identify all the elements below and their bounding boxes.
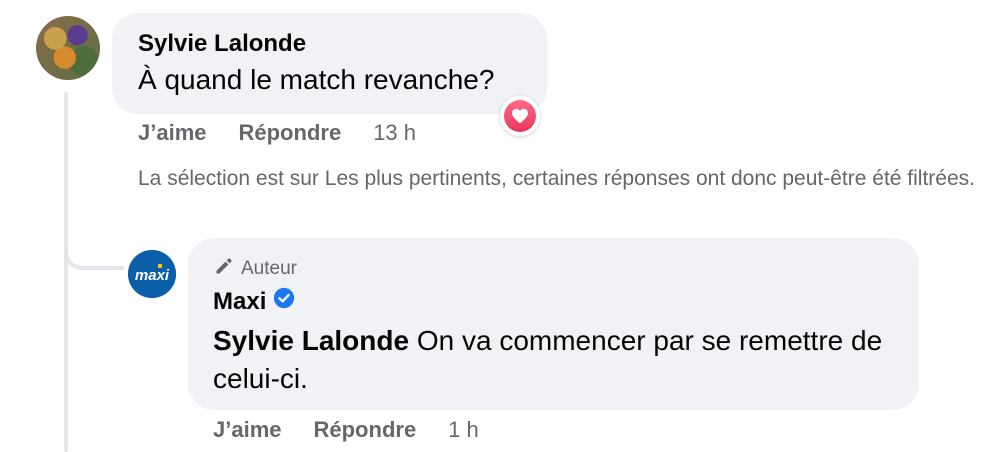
author-badge-label: Auteur	[241, 258, 297, 279]
reply-author: Maxi	[213, 287, 295, 316]
avatar-sylvie[interactable]	[36, 16, 100, 80]
reply-like-button[interactable]: J’aime	[213, 417, 282, 443]
reply-text: Sylvie Lalonde On va commencer par se re…	[213, 322, 903, 398]
comment-author-name[interactable]: Sylvie Lalonde	[138, 30, 306, 58]
maxi-logo: maxi	[128, 250, 176, 298]
reply-reply-button[interactable]: Répondre	[314, 417, 417, 443]
author-badge: Auteur	[213, 256, 297, 282]
comment-timestamp[interactable]: 13 h	[373, 120, 416, 146]
verified-check-icon	[273, 287, 295, 316]
avatar-maxi[interactable]: maxi	[128, 250, 176, 298]
reaction-badge[interactable]	[500, 96, 540, 136]
heart-icon	[504, 100, 536, 132]
pencil-icon	[213, 256, 235, 282]
comment-actions: J’aime Répondre 13 h	[138, 120, 416, 146]
reply-connector-line	[64, 240, 124, 270]
mention-link[interactable]: Sylvie Lalonde	[213, 325, 409, 356]
thread-line	[64, 92, 68, 452]
svg-text:maxi: maxi	[135, 267, 170, 284]
reply-button[interactable]: Répondre	[239, 120, 342, 146]
reply-timestamp[interactable]: 1 h	[448, 417, 479, 443]
filter-notice: La sélection est sur Les plus pertinents…	[138, 167, 975, 190]
reply-author-name[interactable]: Maxi	[213, 288, 266, 316]
reply-actions: J’aime Répondre 1 h	[213, 417, 479, 443]
comment-text: À quand le match revanche?	[138, 64, 495, 95]
like-button[interactable]: J’aime	[138, 120, 207, 146]
